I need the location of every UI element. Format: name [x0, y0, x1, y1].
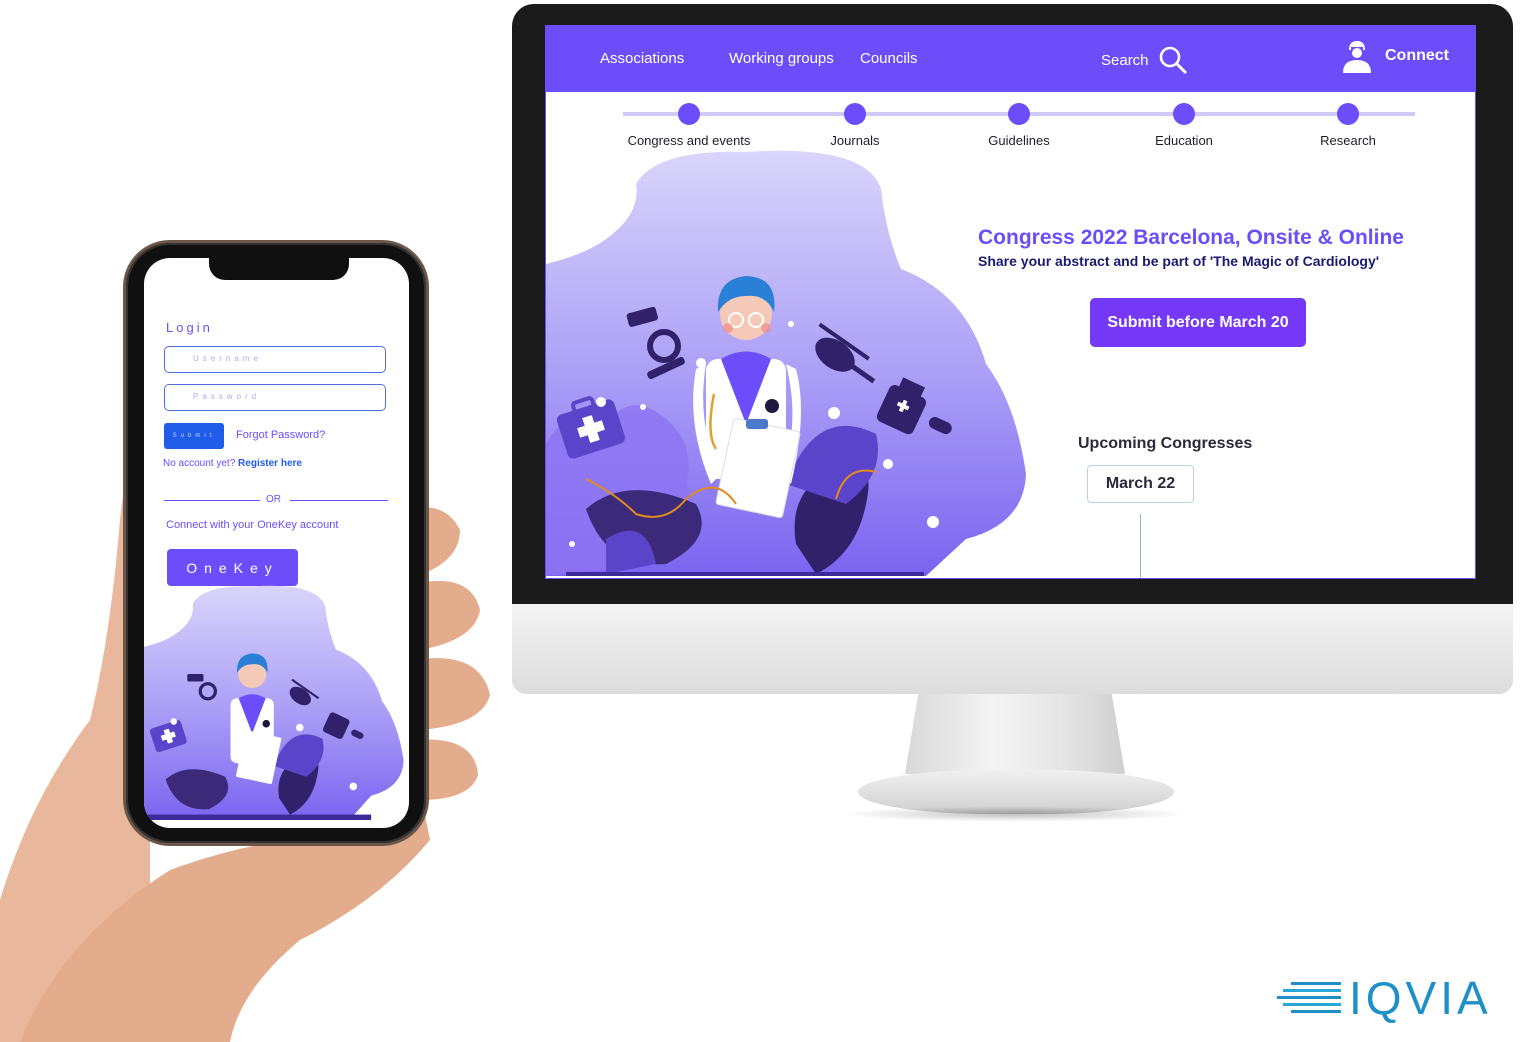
login-submit-button[interactable]: Submit — [164, 423, 224, 449]
no-account-label: No account yet? — [163, 458, 236, 469]
search-icon — [1159, 46, 1187, 74]
or-divider-label: OR — [266, 494, 281, 505]
phone-notch — [209, 258, 349, 280]
desktop-screen: Associations Working groups Councils Sea… — [545, 25, 1476, 579]
illustration-baseline — [566, 572, 924, 576]
iqvia-logo: IQVIA — [1277, 975, 1492, 1021]
congress-date-card[interactable]: March 22 — [1087, 465, 1194, 503]
mobile-doctor-illustration — [144, 585, 404, 820]
register-link[interactable]: Register here — [238, 458, 302, 469]
forgot-password-link[interactable]: Forgot Password? — [236, 429, 325, 441]
step-label: Research — [1320, 133, 1376, 148]
username-input[interactable]: Username — [164, 346, 386, 373]
login-title: Login — [166, 320, 213, 335]
iqvia-logo-icon — [1277, 982, 1341, 1013]
step-dot — [678, 103, 700, 125]
top-navigation: Associations Working groups Councils Sea… — [546, 26, 1475, 92]
no-account-text: No account yet? Register here — [163, 458, 302, 469]
password-input[interactable]: Password — [164, 384, 386, 411]
doctor-illustration — [546, 150, 1026, 576]
search-button[interactable]: Search — [1101, 44, 1189, 76]
timeline-line — [1140, 514, 1141, 578]
nav-working-groups[interactable]: Working groups — [729, 50, 834, 67]
monitor-shadow — [840, 806, 1190, 822]
or-divider-right — [290, 500, 388, 501]
hero-title: Congress 2022 Barcelona, Onsite & Online — [978, 226, 1404, 249]
step-label: Education — [1155, 133, 1213, 148]
nav-councils[interactable]: Councils — [860, 50, 918, 67]
step-dot — [1008, 103, 1030, 125]
step-dot — [1173, 103, 1195, 125]
step-dot — [844, 103, 866, 125]
mobile-screen: Login Username Password Submit Forgot Pa… — [144, 258, 409, 828]
monitor-chin — [512, 604, 1513, 694]
step-congress-and-events[interactable]: Congress and events — [609, 103, 769, 148]
hero-subtitle: Share your abstract and be part of 'The … — [978, 253, 1380, 269]
monitor-stand-neck — [905, 694, 1125, 774]
iqvia-logo-text: IQVIA — [1349, 972, 1492, 1024]
step-journals[interactable]: Journals — [775, 103, 935, 148]
step-research[interactable]: Research — [1268, 103, 1428, 148]
search-label: Search — [1101, 51, 1149, 69]
connect-label: Connect — [1385, 47, 1449, 64]
upcoming-congresses-title: Upcoming Congresses — [1078, 435, 1253, 452]
step-dot — [1337, 103, 1359, 125]
connect-button[interactable]: Connect — [1341, 38, 1449, 74]
submit-abstract-button[interactable]: Submit before March 20 — [1090, 298, 1306, 347]
nav-associations[interactable]: Associations — [600, 50, 684, 67]
step-education[interactable]: Education — [1104, 103, 1264, 148]
or-divider-left — [164, 500, 260, 501]
step-guidelines[interactable]: Guidelines — [939, 103, 1099, 148]
user-icon — [1343, 41, 1371, 73]
onekey-connect-text: Connect with your OneKey account — [166, 519, 339, 531]
